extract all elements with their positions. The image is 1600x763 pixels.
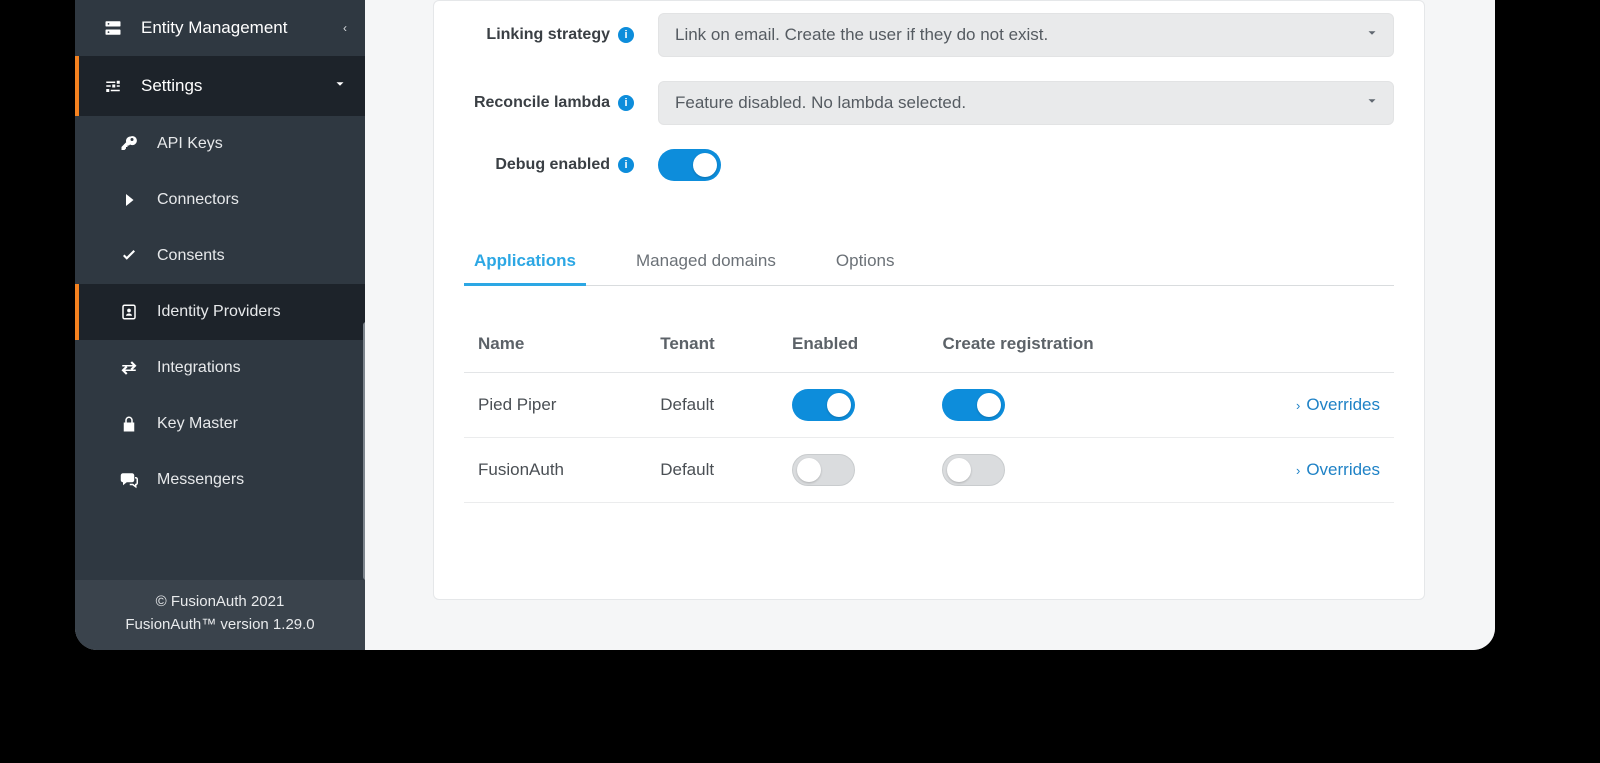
id-card-icon xyxy=(119,302,139,322)
cell-overrides: › Overrides xyxy=(1215,438,1394,503)
sidebar-item-connectors[interactable]: Connectors xyxy=(75,172,365,228)
table-row: Pied Piper Default › Overrides xyxy=(464,373,1394,438)
select-value: Feature disabled. No lambda selected. xyxy=(675,93,966,113)
sidebar-label: Identity Providers xyxy=(157,303,281,321)
form-label: Linking strategy i xyxy=(464,26,634,44)
sidebar: Entity Management ‹ Settings API Keys Co… xyxy=(75,0,365,650)
create-registration-toggle[interactable] xyxy=(942,454,1005,486)
info-icon[interactable]: i xyxy=(618,157,634,173)
sidebar-label: Key Master xyxy=(157,415,238,433)
overrides-link[interactable]: › Overrides xyxy=(1296,460,1380,480)
sliders-icon xyxy=(103,76,123,96)
content: Linking strategy i Link on email. Create… xyxy=(365,0,1495,650)
exchange-icon xyxy=(119,358,139,378)
chevron-down-icon xyxy=(1365,25,1379,45)
tab-applications[interactable]: Applications xyxy=(464,241,586,285)
table-row: FusionAuth Default › Overrides xyxy=(464,438,1394,503)
cell-tenant: Default xyxy=(646,373,778,438)
info-icon[interactable]: i xyxy=(618,27,634,43)
version: FusionAuth™ version 1.29.0 xyxy=(75,613,365,636)
cell-name: Pied Piper xyxy=(464,373,646,438)
settings-card: Linking strategy i Link on email. Create… xyxy=(433,0,1425,600)
server-icon xyxy=(103,18,123,38)
linking-strategy-select[interactable]: Link on email. Create the user if they d… xyxy=(658,13,1394,57)
th-tenant: Tenant xyxy=(646,316,778,373)
form-row-linking-strategy: Linking strategy i Link on email. Create… xyxy=(464,1,1394,69)
chevron-right-icon: › xyxy=(1296,463,1300,478)
th-enabled: Enabled xyxy=(778,316,928,373)
form-row-reconcile-lambda: Reconcile lambda i Feature disabled. No … xyxy=(464,69,1394,137)
sidebar-item-integrations[interactable]: Integrations xyxy=(75,340,365,396)
th-create-registration: Create registration xyxy=(928,316,1214,373)
cell-create-registration xyxy=(928,438,1214,503)
cell-enabled xyxy=(778,373,928,438)
sidebar-footer: © FusionAuth 2021 FusionAuth™ version 1.… xyxy=(75,580,365,651)
info-icon[interactable]: i xyxy=(618,95,634,111)
sidebar-label: Consents xyxy=(157,247,225,265)
form-row-debug-enabled: Debug enabled i xyxy=(464,137,1394,193)
chevron-down-icon xyxy=(1365,93,1379,113)
comments-icon xyxy=(119,470,139,490)
sidebar-label: Entity Management xyxy=(141,18,287,38)
overrides-label: Overrides xyxy=(1306,460,1380,480)
enabled-toggle[interactable] xyxy=(792,454,855,486)
enabled-toggle[interactable] xyxy=(792,389,855,421)
chevron-down-icon xyxy=(333,76,347,96)
sidebar-item-settings[interactable]: Settings xyxy=(75,56,365,116)
sidebar-item-identity-providers[interactable]: Identity Providers xyxy=(75,284,365,340)
debug-enabled-toggle[interactable] xyxy=(658,149,721,181)
lock-icon xyxy=(119,414,139,434)
cell-overrides: › Overrides xyxy=(1215,373,1394,438)
sidebar-label: Connectors xyxy=(157,191,239,209)
sidebar-item-consents[interactable]: Consents xyxy=(75,228,365,284)
tab-options[interactable]: Options xyxy=(826,241,905,285)
applications-table: Name Tenant Enabled Create registration … xyxy=(464,316,1394,503)
tabs: Applications Managed domains Options xyxy=(464,241,1394,286)
chevron-right-icon xyxy=(119,190,139,210)
reconcile-lambda-select[interactable]: Feature disabled. No lambda selected. xyxy=(658,81,1394,125)
form-label: Debug enabled i xyxy=(464,156,634,174)
form-label: Reconcile lambda i xyxy=(464,94,634,112)
create-registration-toggle[interactable] xyxy=(942,389,1005,421)
label-text: Linking strategy xyxy=(486,26,610,44)
chevron-left-icon: ‹ xyxy=(343,21,347,35)
tab-managed-domains[interactable]: Managed domains xyxy=(626,241,786,285)
key-icon xyxy=(119,134,139,154)
cell-tenant: Default xyxy=(646,438,778,503)
sidebar-item-entity-management[interactable]: Entity Management ‹ xyxy=(75,0,365,56)
sidebar-label: Settings xyxy=(141,76,202,96)
th-actions xyxy=(1215,316,1394,373)
copyright: © FusionAuth 2021 xyxy=(75,590,365,613)
cell-enabled xyxy=(778,438,928,503)
chevron-right-icon: › xyxy=(1296,398,1300,413)
check-icon xyxy=(119,246,139,266)
overrides-link[interactable]: › Overrides xyxy=(1296,395,1380,415)
sidebar-label: Messengers xyxy=(157,471,244,489)
sidebar-label: Integrations xyxy=(157,359,241,377)
label-text: Debug enabled xyxy=(495,156,610,174)
overrides-label: Overrides xyxy=(1306,395,1380,415)
sidebar-item-key-master[interactable]: Key Master xyxy=(75,396,365,452)
select-value: Link on email. Create the user if they d… xyxy=(675,25,1048,45)
cell-name: FusionAuth xyxy=(464,438,646,503)
label-text: Reconcile lambda xyxy=(474,94,610,112)
sidebar-item-api-keys[interactable]: API Keys xyxy=(75,116,365,172)
sidebar-item-messengers[interactable]: Messengers xyxy=(75,452,365,508)
cell-create-registration xyxy=(928,373,1214,438)
sidebar-label: API Keys xyxy=(157,135,223,153)
th-name: Name xyxy=(464,316,646,373)
